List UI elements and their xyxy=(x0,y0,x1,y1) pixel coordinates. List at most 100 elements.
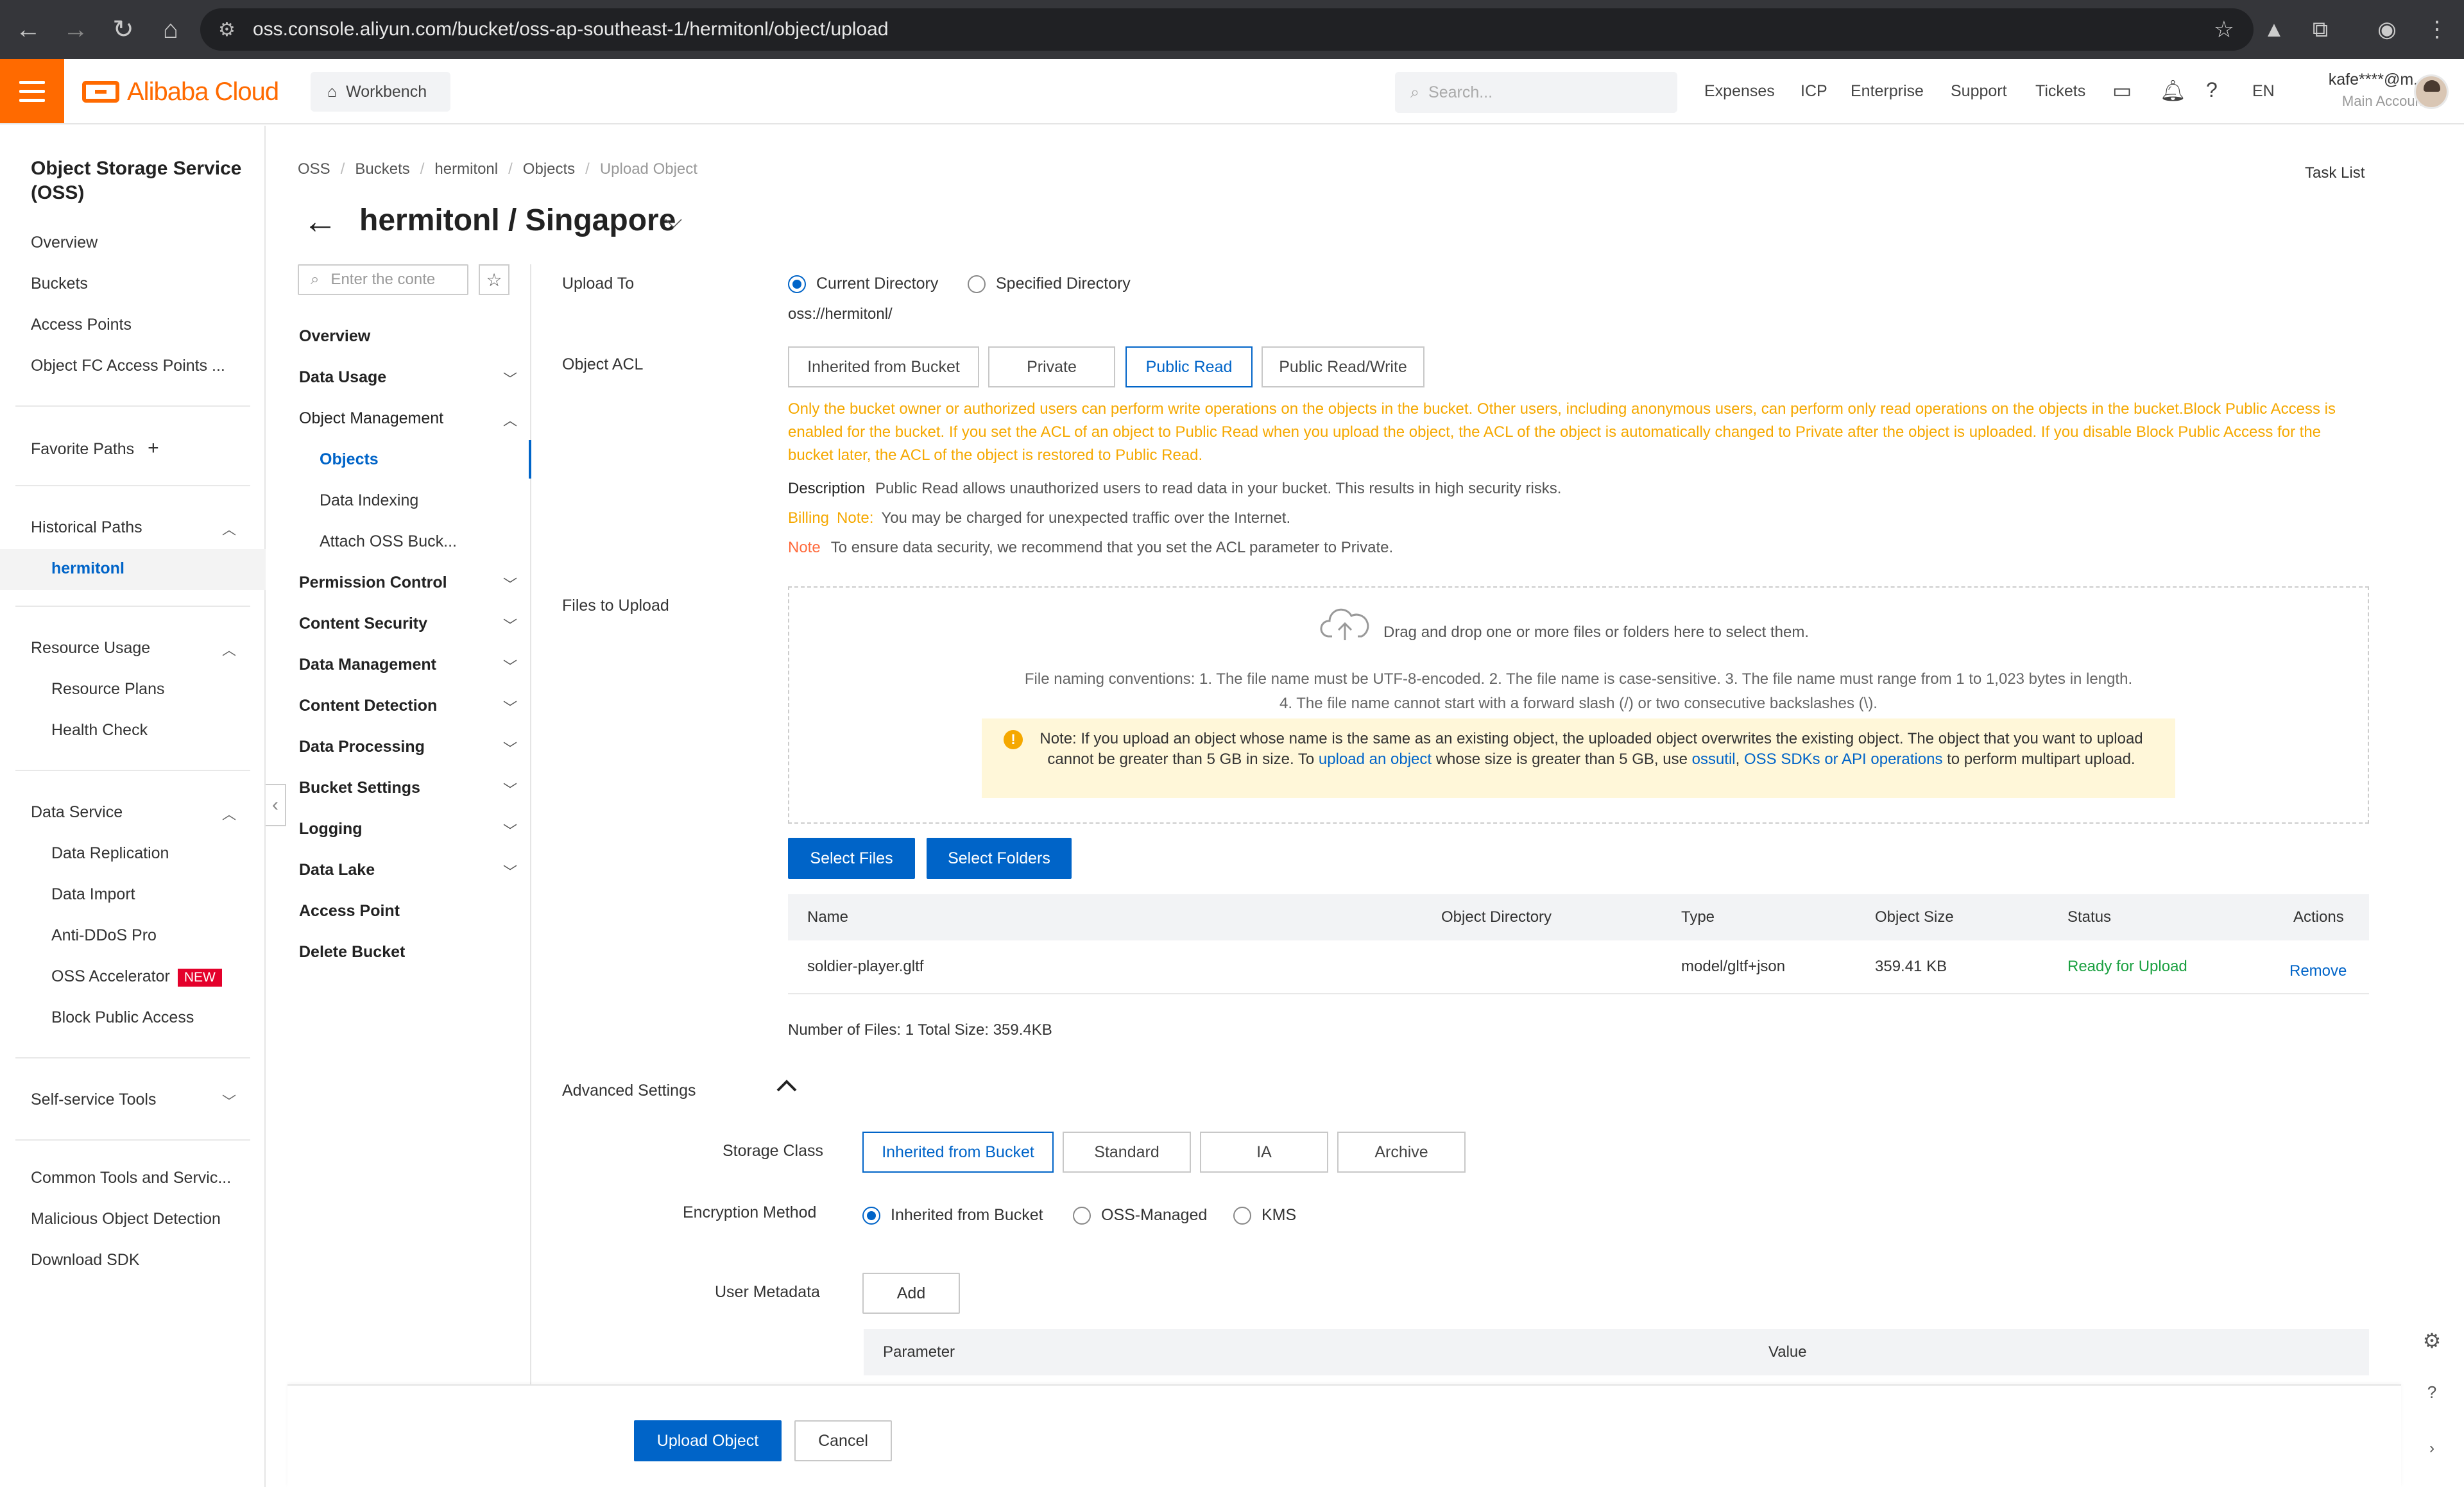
data-service-header[interactable]: Data Service ︿ xyxy=(31,803,236,822)
address-bar[interactable]: ⚙ oss.console.aliyun.com/bucket/oss-ap-s… xyxy=(200,8,2254,51)
browser-menu-icon[interactable]: ⋮ xyxy=(2419,12,2455,47)
sdk-api-link[interactable]: OSS SDKs or API operations xyxy=(1744,751,1942,768)
bucket-menu-search-input[interactable]: ⌕ Enter the conte xyxy=(298,264,468,295)
bucket-nav-data-usage[interactable]: Data Usage ﹀ xyxy=(299,368,517,387)
profile-icon[interactable]: ◉ xyxy=(2369,12,2405,47)
sidebar-item-download-sdk[interactable]: Download SDK xyxy=(31,1251,140,1270)
breadcrumb-oss[interactable]: OSS xyxy=(298,160,330,178)
sidebar-item-data-import[interactable]: Data Import xyxy=(51,885,135,904)
breadcrumb-objects[interactable]: Objects xyxy=(523,160,575,178)
remove-file-link[interactable]: Remove xyxy=(2289,962,2347,980)
back-icon[interactable]: ← xyxy=(9,10,47,49)
bucket-switch-chevron-icon[interactable]: ⌵ xyxy=(665,207,682,234)
alibaba-cloud-logo[interactable]: Alibaba Cloud xyxy=(82,77,279,106)
sidebar-item-block-public-access[interactable]: Block Public Access xyxy=(51,1008,194,1027)
sidebar-item-access-points[interactable]: Access Points xyxy=(31,316,132,334)
upload-object-button[interactable]: Upload Object xyxy=(634,1420,782,1461)
search-input[interactable]: ⌕ Search... xyxy=(1395,72,1677,113)
site-settings-icon[interactable]: ⚙ xyxy=(218,19,244,41)
radio-encryption-inherited[interactable]: Inherited from Bucket xyxy=(862,1206,1043,1225)
storage-class-standard-button[interactable]: Standard xyxy=(1063,1132,1191,1173)
bucket-nav-attach-oss[interactable]: Attach OSS Buck... xyxy=(320,532,512,551)
acl-public-read-write-button[interactable]: Public Read/Write xyxy=(1262,346,1425,387)
sidebar-item-common-tools[interactable]: Common Tools and Servic... xyxy=(31,1169,231,1187)
breadcrumb-buckets[interactable]: Buckets xyxy=(355,160,409,178)
acl-public-read-button[interactable]: Public Read xyxy=(1125,346,1253,387)
self-service-header[interactable]: Self-service Tools ﹀ xyxy=(31,1091,236,1110)
favorite-star-icon[interactable]: ☆ xyxy=(479,264,509,295)
language-switch[interactable]: EN xyxy=(2252,82,2275,101)
settings-gear-icon[interactable]: ⚙ xyxy=(2418,1327,2446,1355)
bucket-nav-overview[interactable]: Overview xyxy=(299,327,517,346)
bucket-nav-content-detection[interactable]: Content Detection ﹀ xyxy=(299,697,517,716)
notification-bell-icon[interactable]: 🔔︎ xyxy=(2160,78,2186,103)
bucket-nav-data-lake[interactable]: Data Lake ﹀ xyxy=(299,861,517,880)
bucket-nav-object-management[interactable]: Object Management ︿ xyxy=(299,409,517,429)
sidebar-item-oss-accelerator[interactable]: OSS Accelerator NEW xyxy=(51,967,222,987)
sidebar-item-health-check[interactable]: Health Check xyxy=(51,721,148,740)
bucket-nav-delete-bucket[interactable]: Delete Bucket xyxy=(299,943,517,962)
icp-link[interactable]: ICP xyxy=(1801,82,1827,101)
historical-paths-header[interactable]: Historical Paths ︿ xyxy=(31,518,236,538)
support-link[interactable]: Support xyxy=(1951,82,2007,101)
bookmark-star-icon[interactable]: ☆ xyxy=(2214,16,2234,43)
sidebar-item-anti-ddos[interactable]: Anti-DDoS Pro xyxy=(51,926,157,945)
chevron-up-icon[interactable] xyxy=(774,1075,800,1094)
help-bubble-icon[interactable]: ? xyxy=(2418,1378,2446,1406)
storage-class-archive-button[interactable]: Archive xyxy=(1337,1132,1466,1173)
reload-icon[interactable]: ↻ xyxy=(104,10,142,49)
bucket-nav-bucket-settings[interactable]: Bucket Settings ﹀ xyxy=(299,779,517,798)
bucket-nav-data-management[interactable]: Data Management ﹀ xyxy=(299,656,517,675)
task-list-link[interactable]: Task List xyxy=(2305,164,2365,182)
bucket-nav-access-point[interactable]: Access Point xyxy=(299,902,517,921)
hamburger-menu-icon[interactable] xyxy=(0,59,64,123)
expenses-link[interactable]: Expenses xyxy=(1704,82,1775,101)
sidebar-item-buckets[interactable]: Buckets xyxy=(31,275,88,293)
cancel-button[interactable]: Cancel xyxy=(794,1420,892,1461)
select-folders-button[interactable]: Select Folders xyxy=(927,838,1072,879)
drive-extension-icon[interactable]: ▲ xyxy=(2256,12,2292,47)
radio-encryption-oss-managed[interactable]: OSS-Managed xyxy=(1073,1206,1207,1225)
sidebar-item-malicious-detection[interactable]: Malicious Object Detection xyxy=(31,1210,221,1228)
sidebar-item-overview[interactable]: Overview xyxy=(31,234,98,252)
cloud-shell-icon[interactable]: ▭ xyxy=(2112,78,2132,103)
favorite-paths-header[interactable]: Favorite Paths + xyxy=(31,438,236,459)
sidebar-item-hermitonl[interactable]: hermitonl xyxy=(51,559,124,578)
bucket-nav-permission-control[interactable]: Permission Control ﹀ xyxy=(299,574,517,593)
chevron-right-icon[interactable]: › xyxy=(2418,1434,2446,1463)
forward-icon[interactable]: → xyxy=(56,10,95,49)
select-files-button[interactable]: Select Files xyxy=(788,838,915,879)
resource-usage-header[interactable]: Resource Usage ︿ xyxy=(31,639,236,658)
workbench-button[interactable]: ⌂ Workbench xyxy=(311,72,450,112)
radio-current-directory[interactable]: Current Directory xyxy=(788,275,938,294)
sidebar-item-resource-plans[interactable]: Resource Plans xyxy=(51,680,164,699)
collapse-sidebar-button[interactable]: ‹ xyxy=(266,784,286,826)
help-icon[interactable]: ? xyxy=(2206,78,2218,102)
extensions-icon[interactable]: ⧉ xyxy=(2302,12,2338,47)
file-dropzone[interactable]: Drag and drop one or more files or folde… xyxy=(788,586,2369,824)
bucket-nav-objects[interactable]: Objects xyxy=(320,450,512,469)
home-icon[interactable]: ⌂ xyxy=(151,10,190,49)
ossutil-link[interactable]: ossutil xyxy=(1692,751,1736,768)
back-arrow-icon[interactable]: ← xyxy=(303,204,338,239)
account-menu[interactable]: kafe****@m... Main Account xyxy=(2298,71,2427,110)
acl-private-button[interactable]: Private xyxy=(988,346,1115,387)
radio-encryption-kms[interactable]: KMS xyxy=(1233,1206,1296,1225)
avatar[interactable] xyxy=(2414,74,2449,109)
storage-class-ia-button[interactable]: IA xyxy=(1200,1132,1328,1173)
breadcrumb-bucket[interactable]: hermitonl xyxy=(434,160,498,178)
bucket-nav-logging[interactable]: Logging ﹀ xyxy=(299,820,517,839)
add-favorite-icon[interactable]: + xyxy=(148,438,159,459)
tickets-link[interactable]: Tickets xyxy=(2035,82,2085,101)
radio-specified-directory[interactable]: Specified Directory xyxy=(968,275,1131,294)
bucket-nav-content-security[interactable]: Content Security ﹀ xyxy=(299,615,517,634)
bucket-nav-data-indexing[interactable]: Data Indexing xyxy=(320,491,512,510)
add-metadata-button[interactable]: Add xyxy=(862,1273,960,1314)
storage-class-inherited-button[interactable]: Inherited from Bucket xyxy=(862,1132,1054,1173)
enterprise-link[interactable]: Enterprise xyxy=(1851,82,1924,101)
sidebar-item-data-replication[interactable]: Data Replication xyxy=(51,844,169,863)
sidebar-item-fc-access-points[interactable]: Object FC Access Points ... xyxy=(31,357,225,375)
upload-object-link[interactable]: upload an object xyxy=(1319,751,1432,768)
acl-inherited-button[interactable]: Inherited from Bucket xyxy=(788,346,979,387)
bucket-nav-data-processing[interactable]: Data Processing ﹀ xyxy=(299,738,517,757)
